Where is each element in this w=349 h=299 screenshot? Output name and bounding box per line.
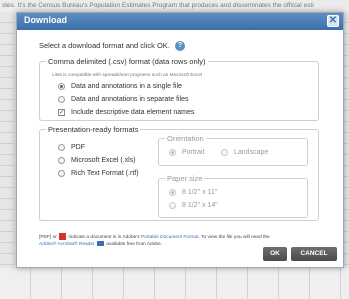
background-page-text: stes. It's the Census Bureau's Populatio… (2, 2, 314, 9)
background-table-left (0, 12, 14, 268)
paper-size-legal[interactable]: 8 1/2" x 14" (169, 202, 218, 209)
orientation-legend: Orientation (167, 134, 204, 143)
orientation-portrait[interactable]: Portrait (169, 149, 205, 156)
pdf-footnote: [PDF] or indicate a document is in Adobe… (39, 233, 339, 248)
paper-size-legend: Paper size (167, 174, 203, 183)
orientation-landscape[interactable]: Landscape (221, 149, 268, 156)
background-table-bottom (0, 268, 349, 299)
csv-sublegend: Lists is compatible with spreadsheet pro… (52, 73, 203, 78)
include-names-label: Include descriptive data element names (71, 109, 195, 116)
format-option-excel[interactable]: Microsoft Excel (.xls) (58, 157, 136, 164)
include-names-option[interactable]: ✓ Include descriptive data element names (58, 109, 194, 116)
external-link-icon (96, 241, 104, 246)
dialog-header: Download ✕ (17, 13, 343, 30)
orientation-group: Orientation Portrait Landscape (158, 134, 308, 166)
paper-size-letter[interactable]: 8 1/2" x 11" (169, 189, 217, 196)
portrait-label: Portrait (182, 149, 205, 156)
acrobat-reader-link[interactable]: Adobe® Acrobat® Reader (39, 242, 95, 247)
csv-format-group: Comma delimited (.csv) format (data rows… (39, 57, 319, 121)
csv-option-separate-label: Data and annotations in separate files (71, 96, 189, 103)
format-option-rtf[interactable]: Rich Text Format (.rtf) (58, 170, 139, 177)
format-excel-label: Microsoft Excel (.xls) (71, 157, 136, 164)
csv-option-single[interactable]: Data and annotations in a single file (58, 83, 182, 90)
radio-separate-files[interactable] (58, 96, 65, 103)
radio-pdf[interactable] (58, 144, 65, 151)
include-names-checkbox[interactable]: ✓ (58, 109, 65, 116)
paper-size-group: Paper size 8 1/2" x 11" 8 1/2" x 14" (158, 174, 308, 218)
letter-label: 8 1/2" x 11" (182, 189, 218, 196)
footnote-middle2: . To view the file you will need the (198, 234, 270, 240)
footnote-middle: indicate a document is in Adobe's (68, 234, 140, 240)
footnote-prefix: [PDF] or (39, 234, 57, 240)
radio-portrait[interactable] (169, 149, 176, 156)
intro-text: Select a download format and click OK. ? (39, 41, 185, 52)
radio-excel[interactable] (58, 157, 65, 164)
radio-landscape[interactable] (221, 149, 228, 156)
csv-legend: Comma delimited (.csv) format (data rows… (48, 57, 206, 66)
csv-option-separate[interactable]: Data and annotations in separate files (58, 96, 189, 103)
presentation-legend: Presentation-ready formats (48, 125, 139, 134)
presentation-format-group: Presentation-ready formats PDF Microsoft… (39, 125, 319, 221)
footnote-suffix: available free from Adobe. (106, 241, 163, 247)
dialog-title: Download (24, 15, 67, 25)
pdf-icon (59, 233, 67, 240)
radio-single-file[interactable] (58, 83, 65, 90)
format-rtf-label: Rich Text Format (.rtf) (71, 170, 139, 177)
landscape-label: Landscape (234, 149, 269, 156)
radio-rtf[interactable] (58, 170, 65, 177)
ok-button[interactable]: OK (263, 247, 287, 261)
close-icon[interactable]: ✕ (327, 15, 339, 27)
cancel-button[interactable]: CANCEL (291, 247, 337, 261)
radio-legal[interactable] (169, 202, 176, 209)
pdf-format-link[interactable]: Portable Document Format (141, 235, 199, 240)
intro-label: Select a download format and click OK. (39, 41, 170, 50)
legal-label: 8 1/2" x 14" (182, 202, 218, 209)
format-option-pdf[interactable]: PDF (58, 144, 85, 151)
download-dialog: Download ✕ Select a download format and … (16, 12, 344, 268)
radio-letter[interactable] (169, 189, 176, 196)
csv-option-single-label: Data and annotations in a single file (71, 83, 182, 90)
help-icon[interactable]: ? (175, 41, 185, 52)
format-pdf-label: PDF (71, 144, 85, 151)
